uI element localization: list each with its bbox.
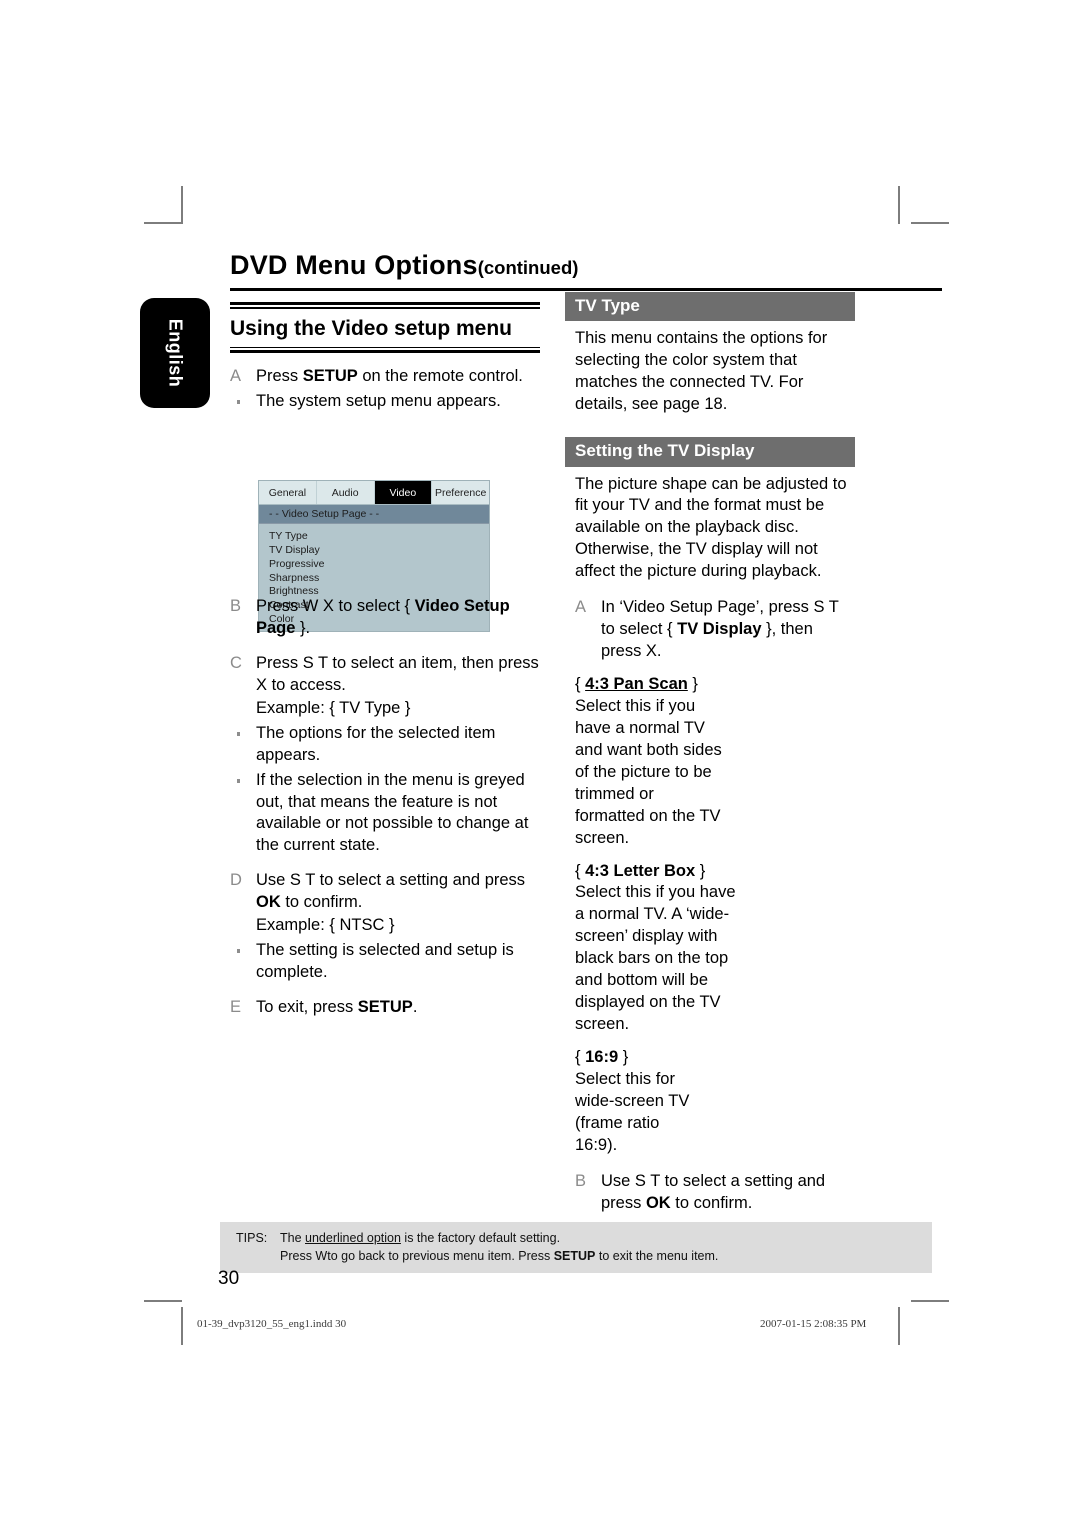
section-rule-top-thick bbox=[230, 302, 540, 305]
heading-setting-tv-display: Setting the TV Display bbox=[565, 437, 855, 467]
crop-mark-top-right-vertical bbox=[898, 186, 900, 224]
option-title-16-9: { 16:9 } bbox=[575, 1048, 629, 1067]
left-column: Using the Video setup menu A Press SETUP… bbox=[230, 302, 540, 1019]
step-c-bullet-1: The options for the selected item appear… bbox=[230, 723, 540, 767]
option-body-pan-scan: Select this if you have a normal TV and … bbox=[575, 696, 722, 847]
option-title-pan-scan: { 4:3 Pan Scan } bbox=[575, 675, 698, 694]
step-a: A Press SETUP on the remote control. bbox=[230, 366, 540, 388]
tv-display-step-a: A In ‘Video Setup Page’, press S T to se… bbox=[575, 597, 855, 663]
tips-line-2-text: Press Wto go back to previous menu item.… bbox=[280, 1249, 719, 1264]
step-c-bullet-2: If the selection in the menu is greyed o… bbox=[230, 770, 540, 858]
section-title: Using the Video setup menu bbox=[230, 316, 512, 340]
tips-line-2: Press Wto go back to previous menu item.… bbox=[220, 1247, 932, 1265]
tv-display-step-b-letter: B bbox=[575, 1171, 587, 1190]
option-name-pan-scan: 4:3 Pan Scan bbox=[585, 675, 688, 694]
osd-menu-item-progressive[interactable]: Progressive bbox=[269, 558, 489, 572]
tv-display-step-a-letter: A bbox=[575, 598, 587, 617]
step-b-text: Press W X to select { Video Setup Page }… bbox=[256, 597, 510, 637]
step-d-bullet-1-text: The setting is selected and setup is com… bbox=[256, 941, 514, 982]
step-e: E To exit, press SETUP. bbox=[230, 997, 540, 1019]
crop-mark-bottom-right-vertical bbox=[898, 1307, 900, 1345]
option-body-16-9: Select this for wide-screen TV (frame ra… bbox=[575, 1069, 690, 1154]
bullet-icon bbox=[237, 949, 240, 954]
step-e-text: To exit, press SETUP. bbox=[256, 998, 418, 1017]
running-head: DVD Menu Options(continued) bbox=[230, 250, 940, 281]
crop-mark-top-left-vertical bbox=[181, 186, 183, 224]
language-tab-label: English bbox=[165, 318, 186, 388]
bullet-icon bbox=[237, 400, 240, 405]
bullet-icon bbox=[237, 778, 240, 783]
step-c-bullet-1-text: The options for the selected item appear… bbox=[256, 723, 496, 764]
tips-line-1-text: The underlined option is the factory def… bbox=[280, 1231, 561, 1245]
tips-line-1: TIPS: The underlined option is the facto… bbox=[220, 1229, 932, 1247]
osd-menu-item-tv-display[interactable]: TV Display bbox=[269, 544, 489, 558]
osd-tab-audio[interactable]: Audio bbox=[317, 481, 375, 504]
step-a-bullet-text: The system setup menu appears. bbox=[256, 392, 501, 411]
tv-display-step-a-text: In ‘Video Setup Page’, press S T to sele… bbox=[601, 598, 839, 661]
section-rule-bottom-thick bbox=[230, 350, 540, 354]
right-column: TV Type This menu contains the options f… bbox=[565, 292, 855, 1215]
step-d-example: Example: { NTSC } bbox=[256, 916, 395, 935]
osd-page-title: - - Video Setup Page - - bbox=[259, 505, 489, 524]
step-b-letter: B bbox=[230, 597, 242, 616]
step-d: D Use S T to select a setting and press … bbox=[230, 870, 540, 937]
osd-menu-item-sharpness[interactable]: Sharpness bbox=[269, 572, 489, 586]
heading-tv-type: TV Type bbox=[565, 292, 855, 322]
bullet-icon bbox=[237, 731, 240, 736]
tips-box: TIPS: The underlined option is the facto… bbox=[220, 1222, 932, 1274]
step-c-example: Example: { TV Type } bbox=[256, 698, 411, 717]
step-c-bullet-2-text: If the selection in the menu is greyed o… bbox=[256, 770, 529, 855]
tv-display-step-b-text: Use S T to select a setting and press OK… bbox=[601, 1171, 826, 1212]
page-title: DVD Menu Options bbox=[230, 250, 478, 280]
step-a-text: Press SETUP on the remote control. bbox=[256, 367, 523, 386]
imprint-filename: 01-39_dvp3120_55_eng1.indd 30 bbox=[197, 1318, 347, 1330]
step-d-bullet-1: The setting is selected and setup is com… bbox=[230, 940, 540, 984]
tips-label: TIPS: bbox=[236, 1231, 268, 1245]
osd-tab-general[interactable]: General bbox=[259, 481, 317, 504]
imprint-timestamp: 2007-01-15 2:08:35 PM bbox=[760, 1318, 867, 1330]
step-c-letter: C bbox=[230, 653, 242, 672]
language-tab-english: English bbox=[140, 298, 210, 408]
tv-display-step-b: B Use S T to select a setting and press … bbox=[575, 1171, 855, 1215]
osd-tab-preference[interactable]: Preference bbox=[432, 481, 489, 504]
osd-menu-item-tv-type[interactable]: TY Type bbox=[269, 530, 489, 544]
tv-display-body: The picture shape can be adjusted to fit… bbox=[575, 474, 847, 581]
step-c: C Press S T to select an item, then pres… bbox=[230, 653, 540, 720]
osd-tab-video[interactable]: Video bbox=[374, 481, 433, 504]
tv-type-body: This menu contains the options for selec… bbox=[575, 329, 828, 414]
crop-mark-bottom-left-horizontal bbox=[144, 1300, 182, 1302]
option-body-letter-box: Select this if you have a normal TV. A ‘… bbox=[575, 883, 736, 1034]
option-name-16-9: 16:9 bbox=[585, 1048, 619, 1067]
section-rule-top-thin bbox=[230, 307, 540, 309]
step-b: B Press W X to select { Video Setup Page… bbox=[230, 596, 540, 640]
step-c-text: Press S T to select an item, then press … bbox=[256, 653, 539, 694]
crop-mark-top-left-horizontal bbox=[144, 222, 182, 224]
step-d-text: Use S T to select a setting and press OK… bbox=[256, 871, 526, 912]
section-rule-bottom-thin bbox=[230, 346, 540, 349]
crop-mark-bottom-right-horizontal bbox=[911, 1300, 949, 1302]
step-a-letter: A bbox=[230, 367, 242, 386]
step-e-letter: E bbox=[230, 998, 242, 1017]
option-name-letter-box: 4:3 Letter Box bbox=[585, 861, 696, 880]
option-title-letter-box: { 4:3 Letter Box } bbox=[575, 861, 706, 880]
page-number: 30 bbox=[218, 1268, 240, 1289]
osd-tab-bar: General Audio Video Preference bbox=[259, 481, 489, 505]
page-content: DVD Menu Options(continued) English Usin… bbox=[140, 240, 942, 1300]
running-head-rule bbox=[230, 288, 942, 291]
step-a-bullet: The system setup menu appears. bbox=[230, 391, 540, 413]
crop-mark-bottom-left-vertical bbox=[181, 1307, 183, 1345]
page-title-continued: (continued) bbox=[477, 257, 579, 278]
step-d-letter: D bbox=[230, 871, 242, 890]
crop-mark-top-right-horizontal bbox=[911, 222, 949, 224]
